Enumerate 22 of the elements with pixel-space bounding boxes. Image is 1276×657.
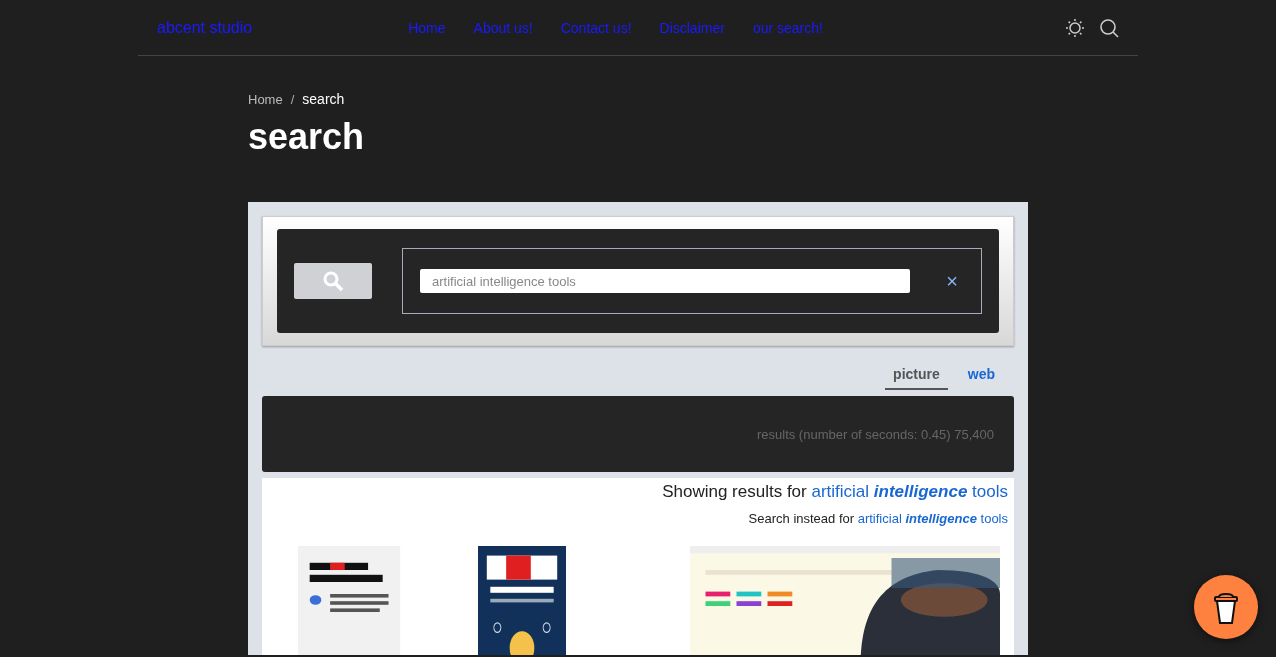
results-notice: Showing results for artificial intelligence tools bbox=[661, 482, 1008, 502]
nav-link[interactable]: Disclaimer bbox=[659, 19, 725, 36]
search-icon[interactable] bbox=[1099, 17, 1119, 38]
nav-link[interactable]: Contact us! bbox=[560, 19, 632, 36]
nav-link[interactable]: our search! bbox=[752, 19, 823, 36]
sun-icon[interactable] bbox=[1065, 17, 1085, 38]
clear-button[interactable]: × bbox=[940, 271, 964, 291]
search-icon bbox=[322, 270, 344, 292]
breadcrumb-item[interactable]: Home bbox=[248, 91, 283, 107]
search-instead-notice: Search instead for artificial intelligence tools bbox=[747, 511, 1008, 526]
tab[interactable]: picture bbox=[885, 366, 948, 390]
page-title: search bbox=[248, 116, 366, 158]
query-link[interactable]: artificial intelligence tools bbox=[857, 511, 1008, 526]
results-info: results (number of seconds: 0.45) 75,400 bbox=[756, 426, 994, 442]
tab[interactable]: web bbox=[959, 366, 1003, 390]
nav-link[interactable]: Home bbox=[408, 19, 446, 36]
breadcrumb-item: search bbox=[302, 91, 345, 107]
nav-link[interactable]: About us! bbox=[473, 19, 533, 36]
query-link[interactable]: artificial intelligence tools bbox=[811, 482, 1008, 501]
site-logo[interactable]: abcent studio bbox=[157, 18, 253, 37]
search-input[interactable]: artificial intelligence tools bbox=[420, 269, 911, 293]
breadcrumb-separator: / bbox=[290, 91, 295, 107]
